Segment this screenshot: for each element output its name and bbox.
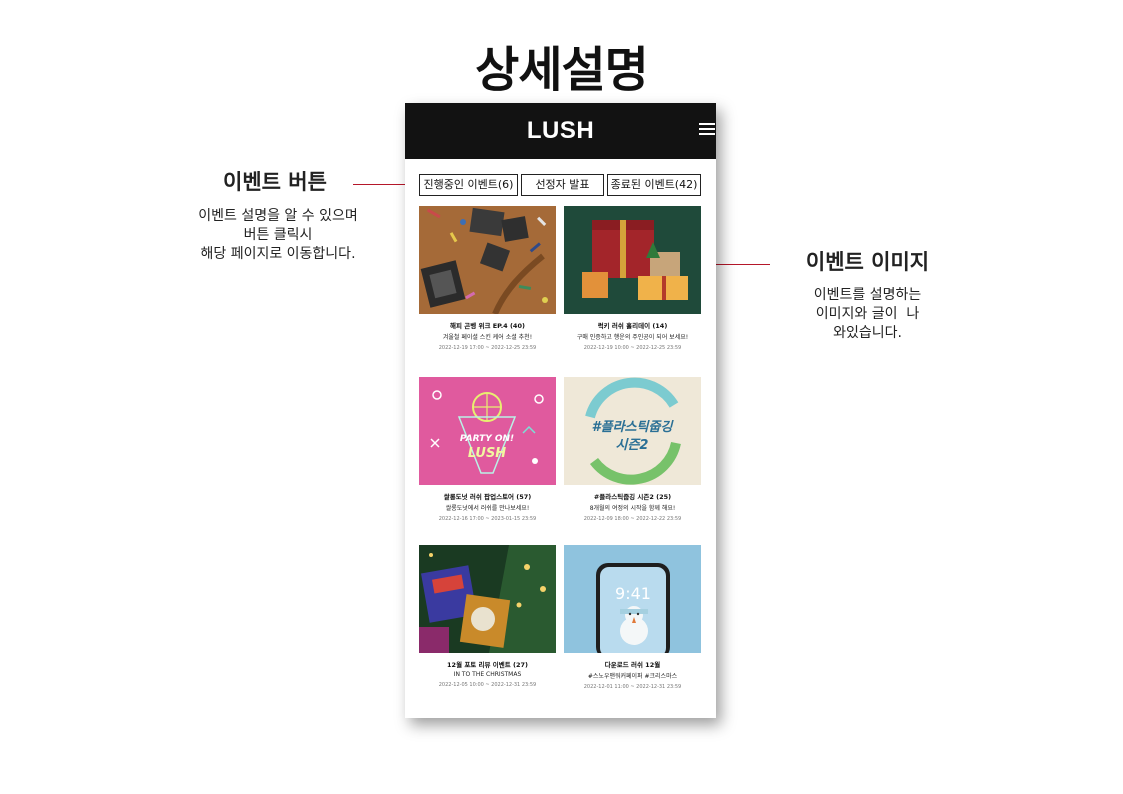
annotation-line-text: 이미지와 글이 나 — [815, 306, 920, 322]
tab-ended-events[interactable]: 종료된 이벤트(42) — [607, 174, 701, 196]
event-title: #플라스틱줍깅 시즌2 (25) — [593, 493, 672, 501]
event-date: 2022-12-09 18:00 ~ 2022-12-22 23:59 — [583, 516, 682, 522]
page-title: 상세설명 — [475, 42, 649, 98]
event-subtitle: 구매 인증하고 행운의 주인공이 되어 보세요! — [576, 334, 689, 341]
event-image[interactable] — [564, 206, 701, 314]
event-card[interactable]: 12월 포토 리뷰 이벤트 (27) IN TO THE CHRISTMAS 2… — [419, 545, 556, 688]
event-image[interactable] — [419, 206, 556, 314]
event-button-annotation-line — [353, 184, 413, 185]
event-date: 2022-12-19 10:00 ~ 2022-12-25 23:59 — [583, 345, 682, 351]
event-image-annotation-desc: 이벤트를 설명하는 이미지와 글이 나 와있습니다. — [770, 286, 965, 343]
event-subtitle: 8개월의 여정의 시작을 함께 해요! — [589, 505, 676, 512]
lockscreen-clock: 9:41 — [615, 584, 651, 603]
event-tabs: 진행중인 이벤트(6) 선정자 발표 종료된 이벤트(42) — [419, 174, 701, 196]
event-date: 2022-12-16 17:00 ~ 2023-01-15 23:59 — [438, 516, 537, 522]
annotation-line-text: 해당 페이지로 이동합니다. — [200, 246, 356, 262]
event-image[interactable]: 9:41 — [564, 545, 701, 653]
event-subtitle: 쌀롱도넛에서 러쉬를 만나보세요! — [445, 505, 530, 512]
annotation-line-text: 와있습니다. — [833, 325, 902, 341]
event-button-annotation-title: 이벤트 버튼 — [223, 170, 327, 194]
event-card[interactable]: PARTY ON! LUSH 쌀롱도넛 러쉬 팝업스토어 (57) 쌀롱도넛에서… — [419, 377, 556, 522]
event-button-annotation-desc: 이벤트 설명을 알 수 있으며 버튼 클릭시 해당 페이지로 이동합니다. — [158, 207, 398, 264]
event-subtitle: IN TO THE CHRISTMAS — [453, 671, 522, 678]
brand-logo[interactable]: LUSH — [405, 117, 716, 145]
event-image[interactable]: #플라스틱줍깅 시즌2 — [564, 377, 701, 485]
tab-ongoing-events[interactable]: 진행중인 이벤트(6) — [419, 174, 518, 196]
event-card[interactable]: 해피 곤벵 위크 EP.4 (40) 겨울철 페이셜 스킨 케어 소셜 추천! … — [419, 206, 556, 351]
tab-winner-announcement[interactable]: 선정자 발표 — [521, 174, 604, 196]
event-subtitle: 겨울철 페이셜 스킨 케어 소셜 추천! — [442, 334, 533, 341]
poster-text: PARTY ON! — [460, 434, 514, 444]
event-card[interactable]: 9:41 다운로드 러쉬 12월 #스노우맨워커페이퍼 #크리스마스 2022-… — [564, 545, 701, 690]
event-card[interactable]: #플라스틱줍깅 시즌2 #플라스틱줍깅 시즌2 (25) 8개월의 여정의 시작… — [564, 377, 701, 522]
event-title: 럭키 러쉬 홀리데이 (14) — [597, 322, 668, 330]
event-image[interactable] — [419, 545, 556, 653]
event-title: 해피 곤벵 위크 EP.4 (40) — [450, 322, 525, 330]
annotation-line-text: 이벤트 설명을 알 수 있으며 — [198, 208, 358, 224]
annotation-line-text: 버튼 클릭시 — [243, 227, 313, 243]
event-title: 다운로드 러쉬 12월 — [604, 661, 661, 669]
annotation-line-text: 이벤트를 설명하는 — [813, 287, 922, 303]
event-title: 12월 포토 리뷰 이벤트 (27) — [447, 661, 528, 669]
poster-text: LUSH — [468, 446, 506, 461]
mobile-screen-mockup: LUSH 진행중인 이벤트(6) 선정자 발표 종료된 이벤트(42) 해피 곤… — [405, 103, 716, 718]
event-date: 2022-12-19 17:00 ~ 2022-12-25 23:59 — [438, 345, 537, 351]
app-header: LUSH — [405, 103, 716, 159]
event-date: 2022-12-05 10:00 ~ 2022-12-31 23:59 — [438, 682, 537, 688]
event-title: 쌀롱도넛 러쉬 팝업스토어 (57) — [443, 493, 532, 501]
hamburger-menu-icon[interactable] — [699, 123, 715, 137]
event-image-annotation-title: 이벤트 이미지 — [805, 250, 930, 274]
event-date: 2022-12-01 11:00 ~ 2022-12-31 23:59 — [583, 684, 682, 690]
event-card[interactable]: 럭키 러쉬 홀리데이 (14) 구매 인증하고 행운의 주인공이 되어 보세요!… — [564, 206, 701, 351]
event-subtitle: #스노우맨워커페이퍼 #크리스마스 — [587, 673, 678, 680]
poster-text: 시즌2 — [616, 437, 649, 453]
event-image[interactable]: PARTY ON! LUSH — [419, 377, 556, 485]
poster-text: #플라스틱줍깅 — [592, 419, 675, 435]
